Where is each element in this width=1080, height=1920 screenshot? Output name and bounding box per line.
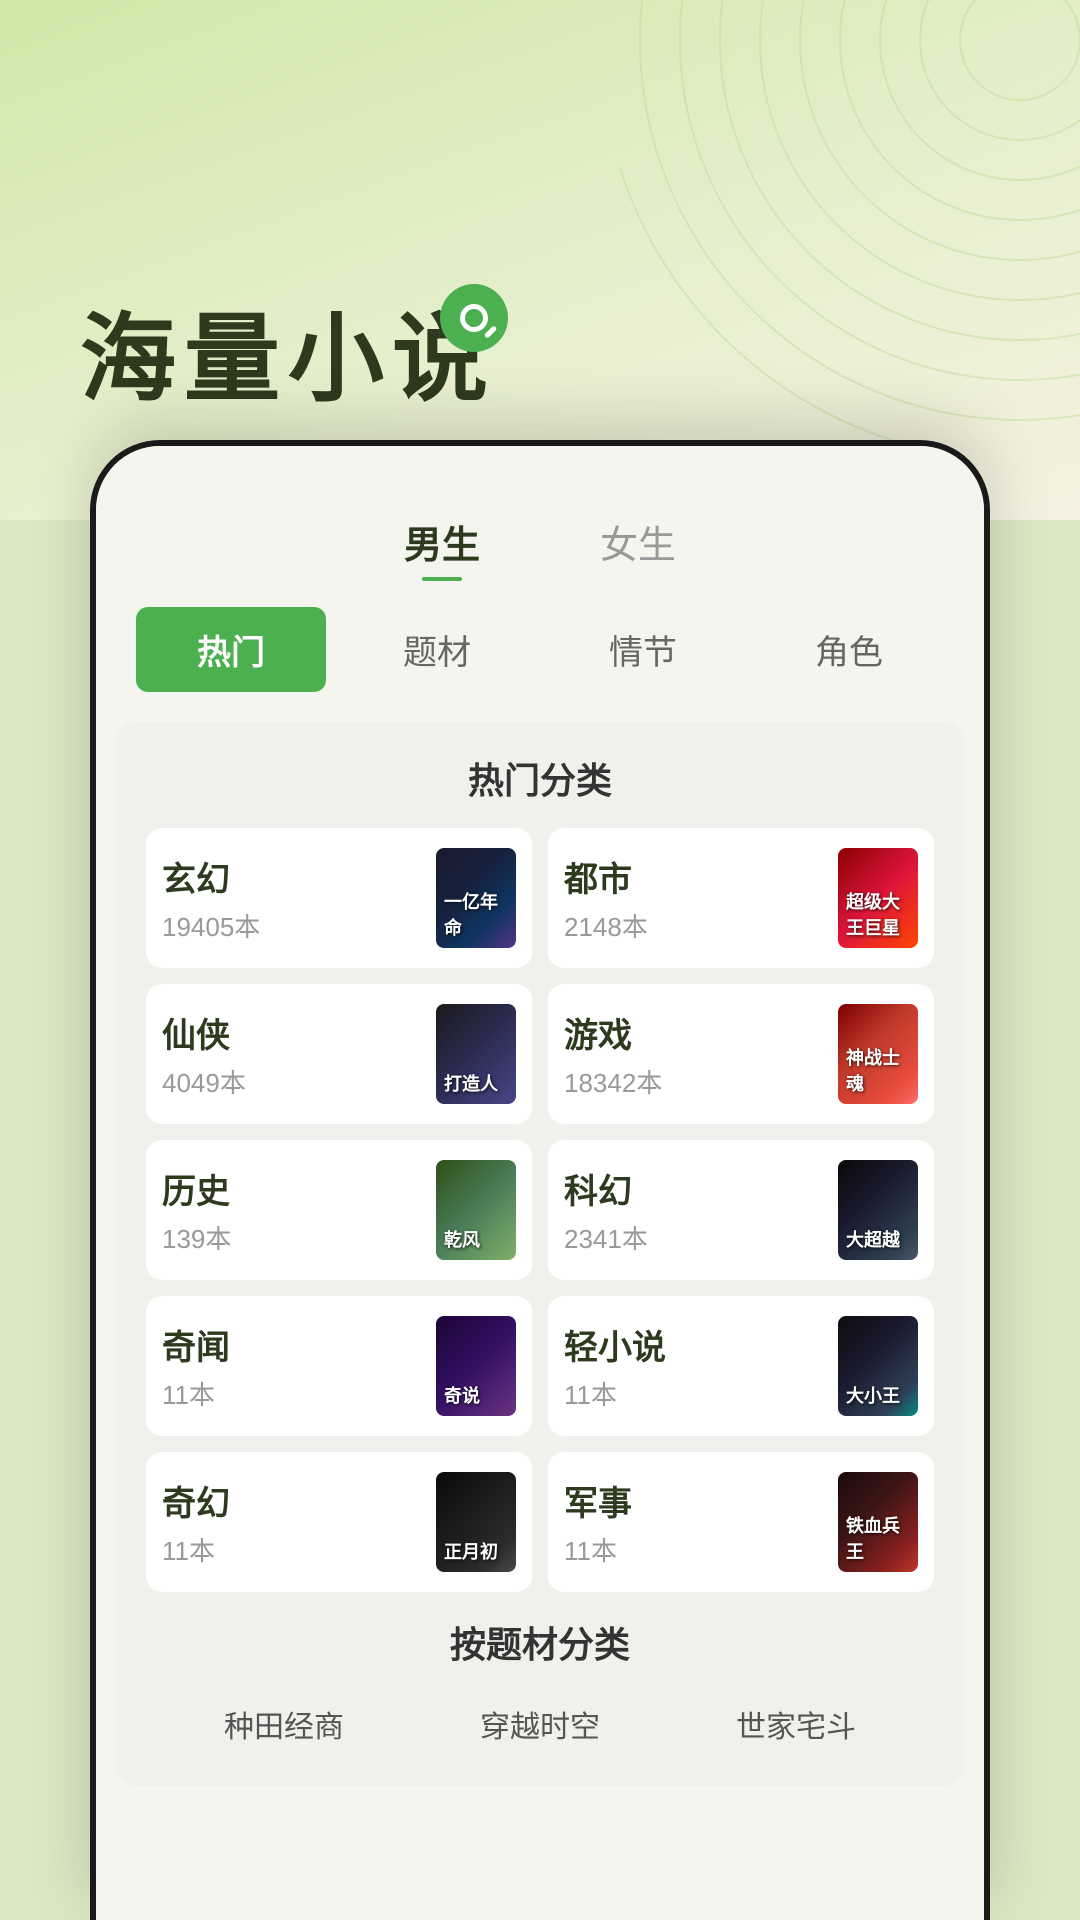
category-name: 科幻 [564,1164,648,1213]
category-cover: 奇说 [436,1316,516,1416]
cover-text: 奇说 [436,1316,516,1416]
category-info: 玄幻 19405本 [162,852,260,944]
category-count: 2148本 [564,907,648,944]
cover-text: 大超越 [838,1160,918,1260]
gender-tabs: 男生 女生 [96,486,984,607]
cover-text: 一亿年命 [436,848,516,948]
search-icon [460,304,488,332]
category-count: 11本 [564,1531,632,1568]
filter-tabs: 热门 题材 情节 角色 [96,607,984,722]
filter-tab-theme[interactable]: 题材 [342,607,532,692]
cover-text: 正月初 [436,1472,516,1572]
category-name: 都市 [564,852,648,901]
category-card-qiwen[interactable]: 奇闻 11本 奇说 [146,1296,532,1436]
category-cover: 神战士魂 [838,1004,918,1104]
category-info: 都市 2148本 [564,852,648,944]
phone-mockup: 男生 女生 热门 题材 情节 角色 热门分类 玄幻 19405本 一亿年命 [90,440,990,1920]
content-area: 热门分类 玄幻 19405本 一亿年命 都市 2148本 超级大王巨星 仙侠 4… [116,722,964,1786]
tab-female[interactable]: 女生 [580,506,696,577]
category-count: 11本 [564,1375,666,1412]
category-card-kehuan[interactable]: 科幻 2341本 大超越 [548,1140,934,1280]
phone-content: 男生 女生 热门 题材 情节 角色 热门分类 玄幻 19405本 一亿年命 [96,446,984,1920]
category-name: 军事 [564,1476,632,1525]
category-count: 4049本 [162,1063,246,1100]
category-cover: 大超越 [838,1160,918,1260]
category-info: 奇幻 11本 [162,1476,230,1568]
category-cover: 乾风 [436,1160,516,1260]
category-name: 奇闻 [162,1320,230,1369]
category-info: 轻小说 11本 [564,1320,666,1412]
cover-text: 乾风 [436,1160,516,1260]
category-info: 游戏 18342本 [564,1008,662,1100]
filter-tab-plot[interactable]: 情节 [548,607,738,692]
category-cover: 打造人 [436,1004,516,1104]
category-count: 11本 [162,1375,230,1412]
category-info: 军事 11本 [564,1476,632,1568]
category-card-qihuan[interactable]: 奇幻 11本 正月初 [146,1452,532,1592]
theme-tag-nongye[interactable]: 种田经商 [204,1692,364,1756]
search-icon-circle[interactable] [440,284,508,352]
cover-text: 打造人 [436,1004,516,1104]
category-name: 历史 [162,1164,231,1213]
category-count: 2341本 [564,1219,648,1256]
category-info: 仙侠 4049本 [162,1008,246,1100]
category-count: 18342本 [564,1063,662,1100]
filter-tab-role[interactable]: 角色 [754,607,944,692]
category-count: 19405本 [162,907,260,944]
category-card-junshi[interactable]: 军事 11本 铁血兵王 [548,1452,934,1592]
app-title: 海量小说 [80,281,496,420]
cover-text: 神战士魂 [838,1004,918,1104]
cover-text: 超级大王巨星 [838,848,918,948]
category-card-xuanhuan[interactable]: 玄幻 19405本 一亿年命 [146,828,532,968]
tab-male[interactable]: 男生 [384,506,500,577]
category-name: 奇幻 [162,1476,230,1525]
category-info: 历史 139本 [162,1164,231,1256]
category-card-lishi[interactable]: 历史 139本 乾风 [146,1140,532,1280]
category-name: 玄幻 [162,852,260,901]
category-card-xianxia[interactable]: 仙侠 4049本 打造人 [146,984,532,1124]
category-name: 轻小说 [564,1320,666,1369]
category-card-youxi[interactable]: 游戏 18342本 神战士魂 [548,984,934,1124]
category-count: 11本 [162,1531,230,1568]
category-name: 仙侠 [162,1008,246,1057]
filter-tab-hot[interactable]: 热门 [136,607,326,692]
category-info: 科幻 2341本 [564,1164,648,1256]
category-cover: 大小王 [838,1316,918,1416]
category-info: 奇闻 11本 [162,1320,230,1412]
theme-section-title: 按题材分类 [146,1616,934,1668]
category-card-qingxiaoshuo[interactable]: 轻小说 11本 大小王 [548,1296,934,1436]
decorative-lines [620,0,1080,440]
cover-text: 大小王 [838,1316,918,1416]
category-grid: 玄幻 19405本 一亿年命 都市 2148本 超级大王巨星 仙侠 4049本 … [146,828,934,1592]
theme-tags: 种田经商 穿越时空 世家宅斗 [146,1692,934,1756]
category-cover: 超级大王巨星 [838,848,918,948]
cover-text: 铁血兵王 [838,1472,918,1572]
category-cover: 正月初 [436,1472,516,1572]
theme-tag-chuanyue[interactable]: 穿越时空 [460,1692,620,1756]
category-count: 139本 [162,1219,231,1256]
category-card-dushi[interactable]: 都市 2148本 超级大王巨星 [548,828,934,968]
hot-section-title: 热门分类 [146,752,934,804]
category-cover: 一亿年命 [436,848,516,948]
category-name: 游戏 [564,1008,662,1057]
category-cover: 铁血兵王 [838,1472,918,1572]
theme-tag-shijia[interactable]: 世家宅斗 [716,1692,876,1756]
